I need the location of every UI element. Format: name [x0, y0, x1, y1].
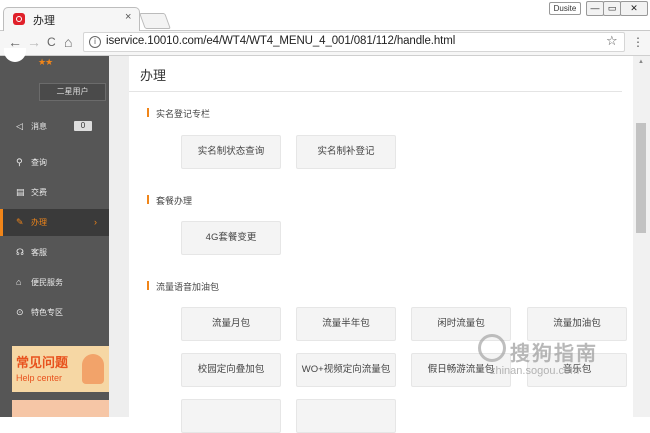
user-level-button[interactable]: 二星用户	[39, 83, 106, 101]
scroll-thumb[interactable]	[636, 123, 646, 233]
watermark-text: 搜狗指南	[510, 343, 598, 365]
tab-close-icon[interactable]: ×	[125, 11, 131, 23]
headset-icon: ☊	[16, 247, 24, 257]
search-icon: ⚲	[16, 157, 23, 167]
speaker-icon: ◁	[16, 121, 23, 131]
sidebar-item-label: 消息	[31, 122, 47, 131]
user-level-stars: ★★	[38, 57, 53, 67]
service-button-partial[interactable]	[181, 399, 281, 433]
sidebar: ★★ 二星用户 ◁ 消息 0 ⚲ 查询 ▤ 交费 ✎ 办理 › ☊ 客服 ⌂ 便…	[0, 48, 109, 417]
service-button[interactable]: 实名制补登记	[296, 135, 396, 169]
service-button[interactable]: 4G套餐变更	[181, 221, 281, 255]
sidebar-item-service[interactable]: ☊ 客服	[0, 239, 109, 266]
tab-title: 办理	[33, 15, 55, 27]
home-icon[interactable]: ⌂	[64, 33, 72, 51]
browser-title-bar: 办理 × Dusite — ▭ ✕	[0, 0, 650, 31]
service-button[interactable]: 流量加油包	[527, 307, 627, 341]
section-title: 流量语音加油包	[147, 280, 219, 293]
reload-icon[interactable]: C	[47, 33, 56, 51]
dusite-badge[interactable]: Dusite	[549, 2, 581, 15]
promo-banner[interactable]	[12, 400, 109, 417]
sidebar-item-label: 便民服务	[31, 278, 63, 287]
section-title: 套餐办理	[147, 194, 192, 207]
store-icon: ⌂	[16, 277, 22, 287]
message-count-badge: 0	[74, 121, 92, 131]
bill-icon: ▤	[16, 187, 25, 197]
sidebar-item-featured[interactable]: ⊙ 特色专区	[0, 299, 109, 326]
sidebar-item-label: 特色专区	[31, 308, 63, 317]
sidebar-item-payment[interactable]: ▤ 交费	[0, 179, 109, 206]
service-button-partial[interactable]	[296, 399, 396, 433]
banner-title: 常见问题	[16, 355, 69, 370]
browser-menu-icon[interactable]: ⋮	[632, 34, 644, 50]
close-window-button[interactable]: ✕	[620, 1, 648, 16]
service-button[interactable]: WO+视频定向流量包	[296, 353, 396, 387]
service-button[interactable]: 实名制状态查询	[181, 135, 281, 169]
sidebar-item-handle[interactable]: ✎ 办理 ›	[0, 209, 109, 236]
chevron-right-icon: ›	[94, 217, 97, 227]
help-figure-icon	[82, 354, 104, 384]
page-scrollbar[interactable]: ▲	[633, 56, 650, 417]
maximize-button[interactable]: ▭	[603, 1, 621, 16]
sidebar-item-label: 查询	[31, 158, 47, 167]
pen-icon: ✎	[16, 217, 24, 227]
minimize-button[interactable]: —	[586, 1, 604, 16]
sidebar-item-messages[interactable]: ◁ 消息 0	[0, 113, 109, 140]
address-bar[interactable]: i iservice.10010.com/e4/WT4/WT4_MENU_4_0…	[83, 32, 625, 52]
url-text[interactable]: iservice.10010.com/e4/WT4/WT4_MENU_4_001…	[106, 35, 455, 47]
service-button[interactable]: 流量月包	[181, 307, 281, 341]
info-icon[interactable]: i	[89, 36, 101, 48]
banner-subtitle: Help center	[16, 373, 63, 383]
forward-icon[interactable]: →	[27, 33, 41, 51]
featured-icon: ⊙	[16, 307, 24, 317]
sidebar-item-label: 客服	[31, 248, 47, 257]
sidebar-item-convenience[interactable]: ⌂ 便民服务	[0, 269, 109, 296]
scroll-up-icon[interactable]: ▲	[638, 59, 644, 65]
watermark-url: zhinan.sogou.com	[490, 365, 580, 377]
service-button[interactable]: 流量半年包	[296, 307, 396, 341]
sidebar-item-label: 交费	[31, 188, 47, 197]
unicom-favicon-icon	[13, 13, 25, 25]
sidebar-item-query[interactable]: ⚲ 查询	[0, 149, 109, 176]
new-tab-button[interactable]	[139, 13, 171, 29]
browser-tab[interactable]: 办理 ×	[3, 7, 140, 31]
browser-toolbar: ← → C ⌂ i iservice.10010.com/e4/WT4/WT4_…	[0, 31, 650, 56]
service-button[interactable]: 校园定向叠加包	[181, 353, 281, 387]
bookmark-star-icon[interactable]: ☆	[606, 33, 618, 49]
section-title: 实名登记专栏	[147, 107, 210, 120]
avatar[interactable]	[4, 48, 26, 62]
title-divider	[129, 91, 622, 92]
page-title: 办理	[140, 68, 167, 83]
help-center-banner[interactable]: 常见问题 Help center	[12, 346, 109, 392]
sogou-logo-icon	[478, 334, 506, 362]
sidebar-item-label: 办理	[31, 218, 47, 227]
